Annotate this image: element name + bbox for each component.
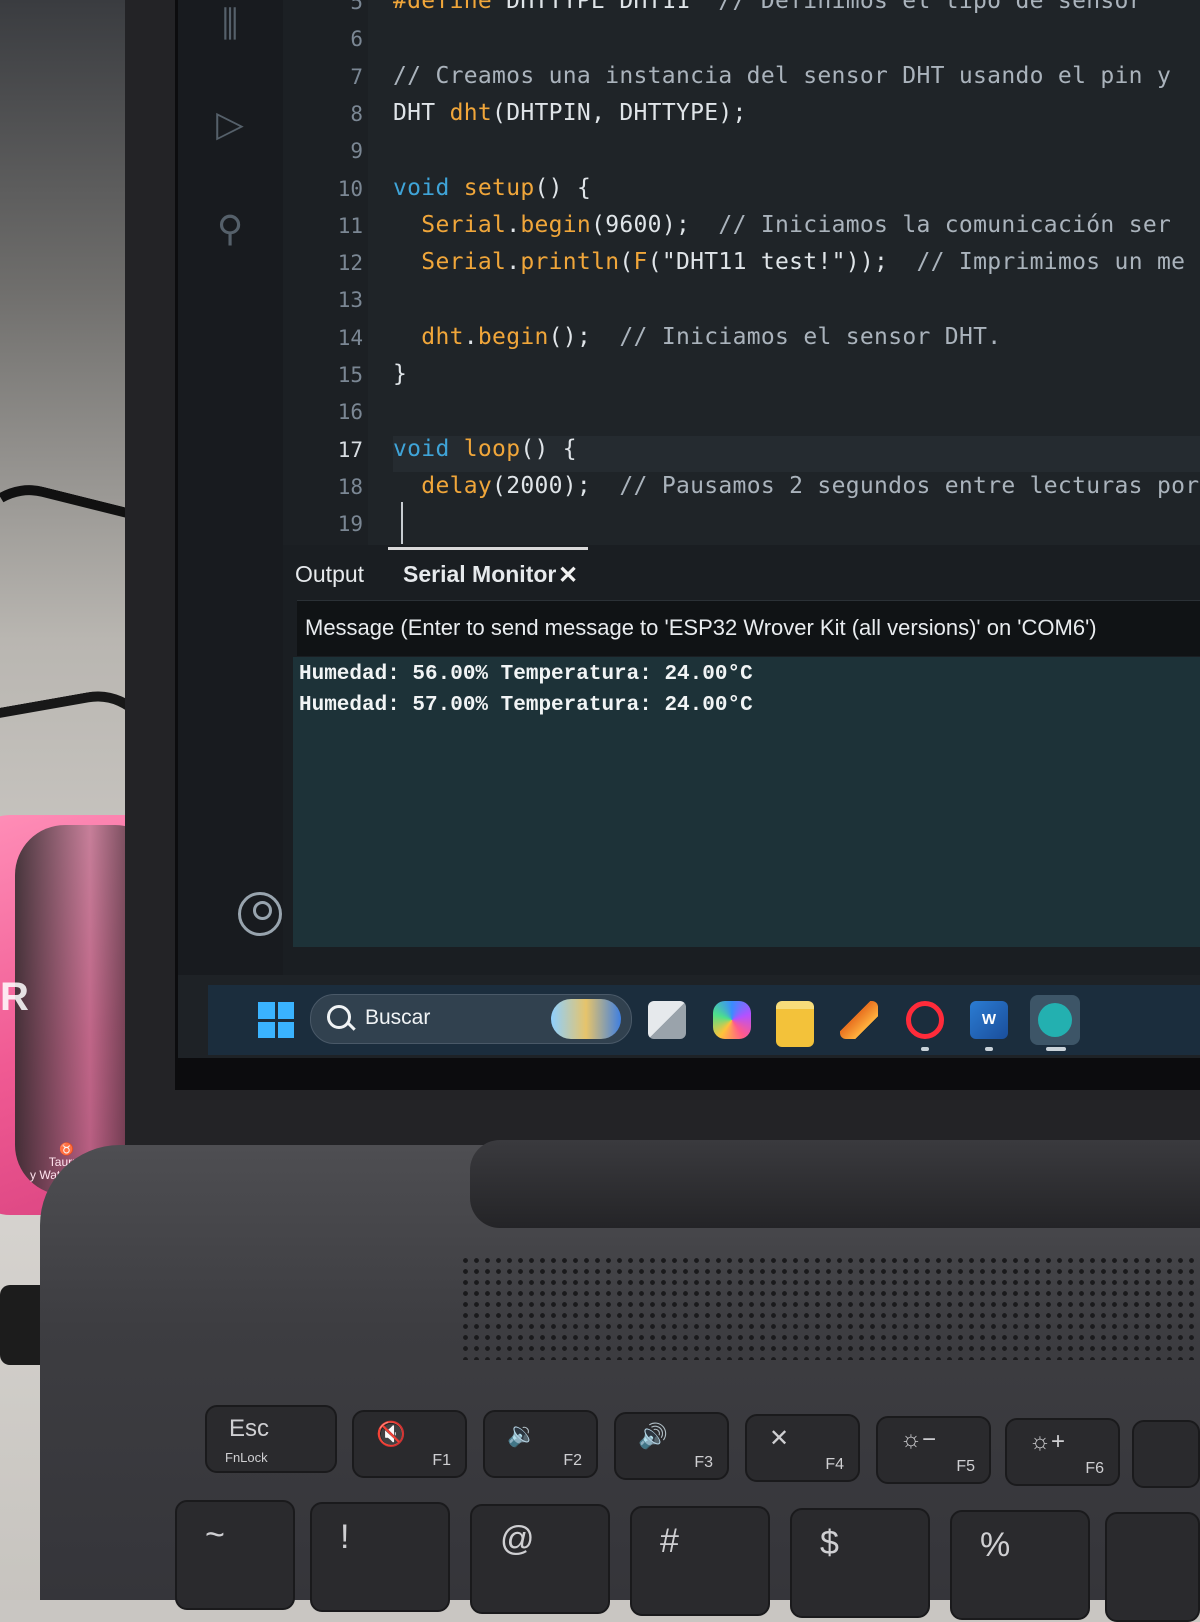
code-editor[interactable]: 5 #define DHTTYPE DHT11 // Definimos el t… <box>283 0 1200 545</box>
line-number: 9 <box>350 139 363 164</box>
line-number: 11 <box>337 213 363 238</box>
f7-key[interactable] <box>1132 1420 1200 1488</box>
search-icon[interactable]: ⚲ <box>206 205 254 253</box>
f5-key[interactable]: ☼− F5 <box>876 1416 991 1484</box>
line-number: 19 <box>337 512 363 537</box>
brightness-up-icon: ☼+ <box>1029 1428 1066 1455</box>
taskbar: Buscar W <box>208 985 1200 1055</box>
close-icon[interactable]: ✕ <box>558 561 578 590</box>
library-icon[interactable]: ⫼ <box>206 0 254 48</box>
windows-start-icon[interactable] <box>258 1002 294 1038</box>
active-indicator <box>1046 1047 1066 1051</box>
task-view-icon[interactable] <box>648 1001 686 1039</box>
line-number: 5 <box>350 0 363 14</box>
bottom-panel: Output Serial Monitor ✕ Message (Enter t… <box>283 545 1200 975</box>
mic-mute-icon: ✕ <box>769 1425 790 1452</box>
code-line: Serial.println(F("DHT11 test!")); // Imp… <box>421 249 1186 276</box>
debug-icon[interactable]: ▷ <box>206 100 254 148</box>
serial-line: Humedad: 56.00% Temperatura: 24.00°C <box>299 663 753 686</box>
volume-up-icon: 🔊 <box>638 1423 668 1450</box>
code-line: Serial.begin(9600); // Iniciamos la comu… <box>421 211 1172 238</box>
arduino-ide-icon[interactable] <box>1030 995 1080 1045</box>
message-input[interactable]: Message (Enter to send message to 'ESP32… <box>297 600 1200 656</box>
tab-output[interactable]: Output <box>295 561 364 588</box>
tab-serial-monitor[interactable]: Serial Monitor <box>403 561 556 588</box>
f1-key[interactable]: 🔇 F1 <box>352 1410 467 1478</box>
message-placeholder: Message (Enter to send message to 'ESP32… <box>305 615 1097 640</box>
key-4[interactable]: $ <box>790 1508 930 1618</box>
copilot-icon[interactable] <box>713 1001 751 1039</box>
word-icon[interactable]: W <box>970 1001 1008 1039</box>
volume-down-icon: 🔉 <box>507 1421 537 1448</box>
esc-key[interactable]: Esc FnLock <box>205 1405 337 1473</box>
key-2[interactable]: @ <box>470 1504 610 1614</box>
key-5[interactable]: % <box>950 1510 1090 1620</box>
line-number: 15 <box>337 363 363 387</box>
tilde-key[interactable]: ~ <box>175 1500 295 1610</box>
f6-key[interactable]: ☼+ F6 <box>1005 1418 1120 1486</box>
account-icon[interactable] <box>238 892 282 936</box>
code-line: void setup() { <box>393 174 592 201</box>
code-line: DHT dht(DHTPIN, DHTTYPE); <box>393 99 747 126</box>
line-number: 7 <box>350 64 363 89</box>
line-number: 12 <box>337 251 363 276</box>
taskbar-search[interactable]: Buscar <box>310 994 632 1044</box>
search-highlight-icon <box>551 999 621 1039</box>
code-line: dht.begin(); // Iniciamos el sensor DHT. <box>421 323 1002 350</box>
opera-icon[interactable] <box>906 1001 944 1039</box>
active-tab-indicator <box>388 547 588 550</box>
search-label: Buscar <box>365 1006 431 1029</box>
matlab-icon[interactable] <box>840 1001 878 1039</box>
text-caret <box>401 502 403 544</box>
key-6[interactable] <box>1105 1512 1200 1622</box>
line-number: 14 <box>337 325 363 350</box>
f4-key[interactable]: ✕ F4 <box>745 1414 860 1482</box>
line-number: 17 <box>337 437 363 462</box>
case-letter: R <box>0 975 29 1019</box>
brightness-down-icon: ☼− <box>900 1426 937 1453</box>
line-number: 6 <box>350 27 363 52</box>
running-indicator <box>921 1047 929 1051</box>
activity-bar: ⫼ ▷ ⚲ <box>178 0 283 975</box>
screen: ⫼ ▷ ⚲ 5 #define DHTTYPE DHT11 // Definimo… <box>178 0 1200 1058</box>
mute-icon: 🔇 <box>376 1421 406 1448</box>
code-line: void loop() { <box>393 435 577 462</box>
serial-output: Humedad: 56.00% Temperatura: 24.00°C Hum… <box>293 657 1200 947</box>
laptop-hinge <box>470 1140 1200 1228</box>
speaker-grille <box>460 1255 1200 1360</box>
code-line: // Creamos una instancia del sensor DHT … <box>393 62 1172 89</box>
code-line: #define DHTTYPE DHT11 // Definimos el ti… <box>393 0 1143 14</box>
line-number: 16 <box>337 400 363 425</box>
serial-line: Humedad: 57.00% Temperatura: 24.00°C <box>299 694 753 717</box>
f3-key[interactable]: 🔊 F3 <box>614 1412 729 1480</box>
line-number: 8 <box>350 101 363 126</box>
code-line: } <box>393 361 408 387</box>
file-explorer-icon[interactable] <box>776 1001 814 1047</box>
search-icon <box>327 1005 351 1029</box>
running-indicator <box>985 1047 993 1051</box>
code-line: delay(2000); // Pausamos 2 segundos entr… <box>421 472 1200 499</box>
line-number: 18 <box>337 474 363 499</box>
line-number: 13 <box>337 288 363 313</box>
line-number: 10 <box>337 176 363 201</box>
key-1[interactable]: ! <box>310 1502 450 1612</box>
f2-key[interactable]: 🔉 F2 <box>483 1410 598 1478</box>
